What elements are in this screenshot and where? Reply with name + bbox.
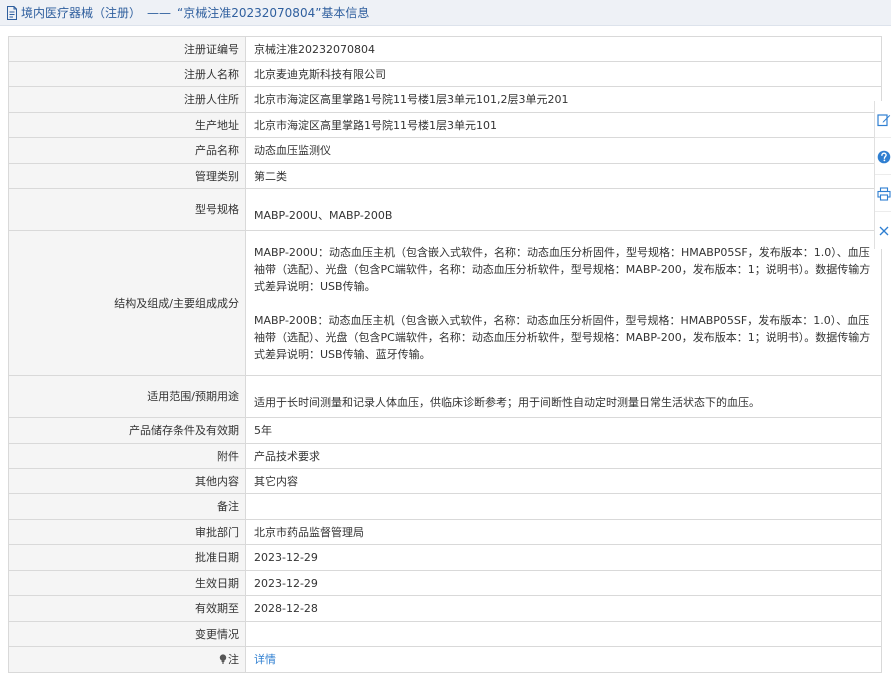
table-row: 备注 [8,493,882,520]
row-value: 2028-12-28 [245,595,882,622]
row-label: 注册人住所 [8,86,246,113]
table-row: 审批部门 北京市药品监督管理局 [8,519,882,545]
print-button[interactable] [877,187,891,201]
row-label: 产品名称 [8,137,246,164]
table-row: 适用范围/预期用途 适用于长时间测量和记录人体血压，供临床诊断参考；用于间断性自… [8,375,882,418]
row-label: 注册证编号 [8,36,246,62]
row-value: 详情 [245,646,882,673]
table-row: 其他内容 其它内容 [8,468,882,494]
row-label: 注册人名称 [8,61,246,87]
row-value: 北京市海淀区高里掌路1号院11号楼1层3单元101,2层3单元201 [245,86,882,113]
table-row: 注册人住所 北京市海淀区高里掌路1号院11号楼1层3单元101,2层3单元201 [8,86,882,113]
details-link[interactable]: 详情 [254,653,276,666]
table-row: 注册人名称 北京麦迪克斯科技有限公司 [8,61,882,87]
header-separator: —— [147,5,172,20]
row-label: 适用范围/预期用途 [8,375,246,418]
row-label: 批准日期 [8,544,246,571]
table-row: 产品储存条件及有效期 5年 [8,417,882,444]
row-value [245,621,882,647]
document-icon [7,5,17,20]
close-icon [879,226,889,236]
row-label: 备注 [8,493,246,520]
row-value: MABP-200U、MABP-200B [245,188,882,231]
row-value [245,493,882,520]
table-row: 管理类别 第二类 [8,163,882,189]
intended-use-text: 适用于长时间测量和记录人体血压，供临床诊断参考；用于间断性自动定时测量日常生活状… [254,396,760,409]
row-label: 附件 [8,443,246,469]
row-label: 注 [8,646,246,673]
row-label: 型号规格 [8,188,246,231]
table-row: 批准日期 2023-12-29 [8,544,882,571]
help-button[interactable] [877,150,891,164]
row-label: 变更情况 [8,621,246,647]
row-value: 第二类 [245,163,882,189]
row-label: 生产地址 [8,112,246,138]
table-row: 生产地址 北京市海淀区高里掌路1号院11号楼1层3单元101 [8,112,882,138]
table-row: 型号规格 MABP-200U、MABP-200B [8,188,882,231]
table-row: 有效期至 2028-12-28 [8,595,882,622]
table-row: 变更情况 [8,621,882,647]
row-value: 2023-12-29 [245,570,882,596]
table-row: 注 详情 [8,646,882,673]
component-paragraph: MABP-200U：动态血压主机（包含嵌入式软件，名称：动态血压分析固件，型号规… [254,245,871,293]
help-icon [877,150,891,164]
row-value: 其它内容 [245,468,882,494]
row-label: 结构及组成/主要组成成分 [8,230,246,376]
row-value: 2023-12-29 [245,544,882,571]
row-label: 有效期至 [8,595,246,622]
row-value: MABP-200U：动态血压主机（包含嵌入式软件，名称：动态血压分析固件，型号规… [245,230,882,376]
component-paragraph: MABP-200B：动态血压主机（包含嵌入式软件，名称：动态血压分析固件，型号规… [254,313,871,361]
row-value: 产品技术要求 [245,443,882,469]
header-record-title: “京械注准20232070804”基本信息 [177,6,370,20]
print-icon [877,187,891,201]
table-row: 产品名称 动态血压监测仪 [8,137,882,164]
table-row: 附件 产品技术要求 [8,443,882,469]
row-value: 适用于长时间测量和记录人体血压，供临床诊断参考；用于间断性自动定时测量日常生活状… [245,375,882,418]
row-label: 审批部门 [8,519,246,545]
row-label: 生效日期 [8,570,246,596]
edit-button[interactable] [877,113,891,127]
row-value: 北京市海淀区高里掌路1号院11号楼1层3单元101 [245,112,882,138]
table-row: 生效日期 2023-12-29 [8,570,882,596]
edit-icon [877,114,891,127]
page-header: 境内医疗器械（注册） —— “京械注准20232070804”基本信息 [0,0,891,26]
table-row: 结构及组成/主要组成成分 MABP-200U：动态血压主机（包含嵌入式软件，名称… [8,230,882,376]
close-button[interactable] [877,224,891,238]
row-label: 产品储存条件及有效期 [8,417,246,444]
lightbulb-icon [219,654,227,664]
model-spec-text: MABP-200U、MABP-200B [254,209,393,222]
header-category: 境内医疗器械（注册） [21,6,142,20]
note-label: 注 [228,653,239,666]
row-value: 京械注准20232070804 [245,36,882,62]
registration-info-table: 注册证编号 京械注准20232070804 注册人名称 北京麦迪克斯科技有限公司… [8,36,882,673]
table-row: 注册证编号 京械注准20232070804 [8,36,882,62]
row-label: 管理类别 [8,163,246,189]
row-value: 北京麦迪克斯科技有限公司 [245,61,882,87]
row-value: 动态血压监测仪 [245,137,882,164]
row-value: 北京市药品监督管理局 [245,519,882,545]
row-label: 其他内容 [8,468,246,494]
row-value: 5年 [245,417,882,444]
side-toolbar [874,101,891,249]
